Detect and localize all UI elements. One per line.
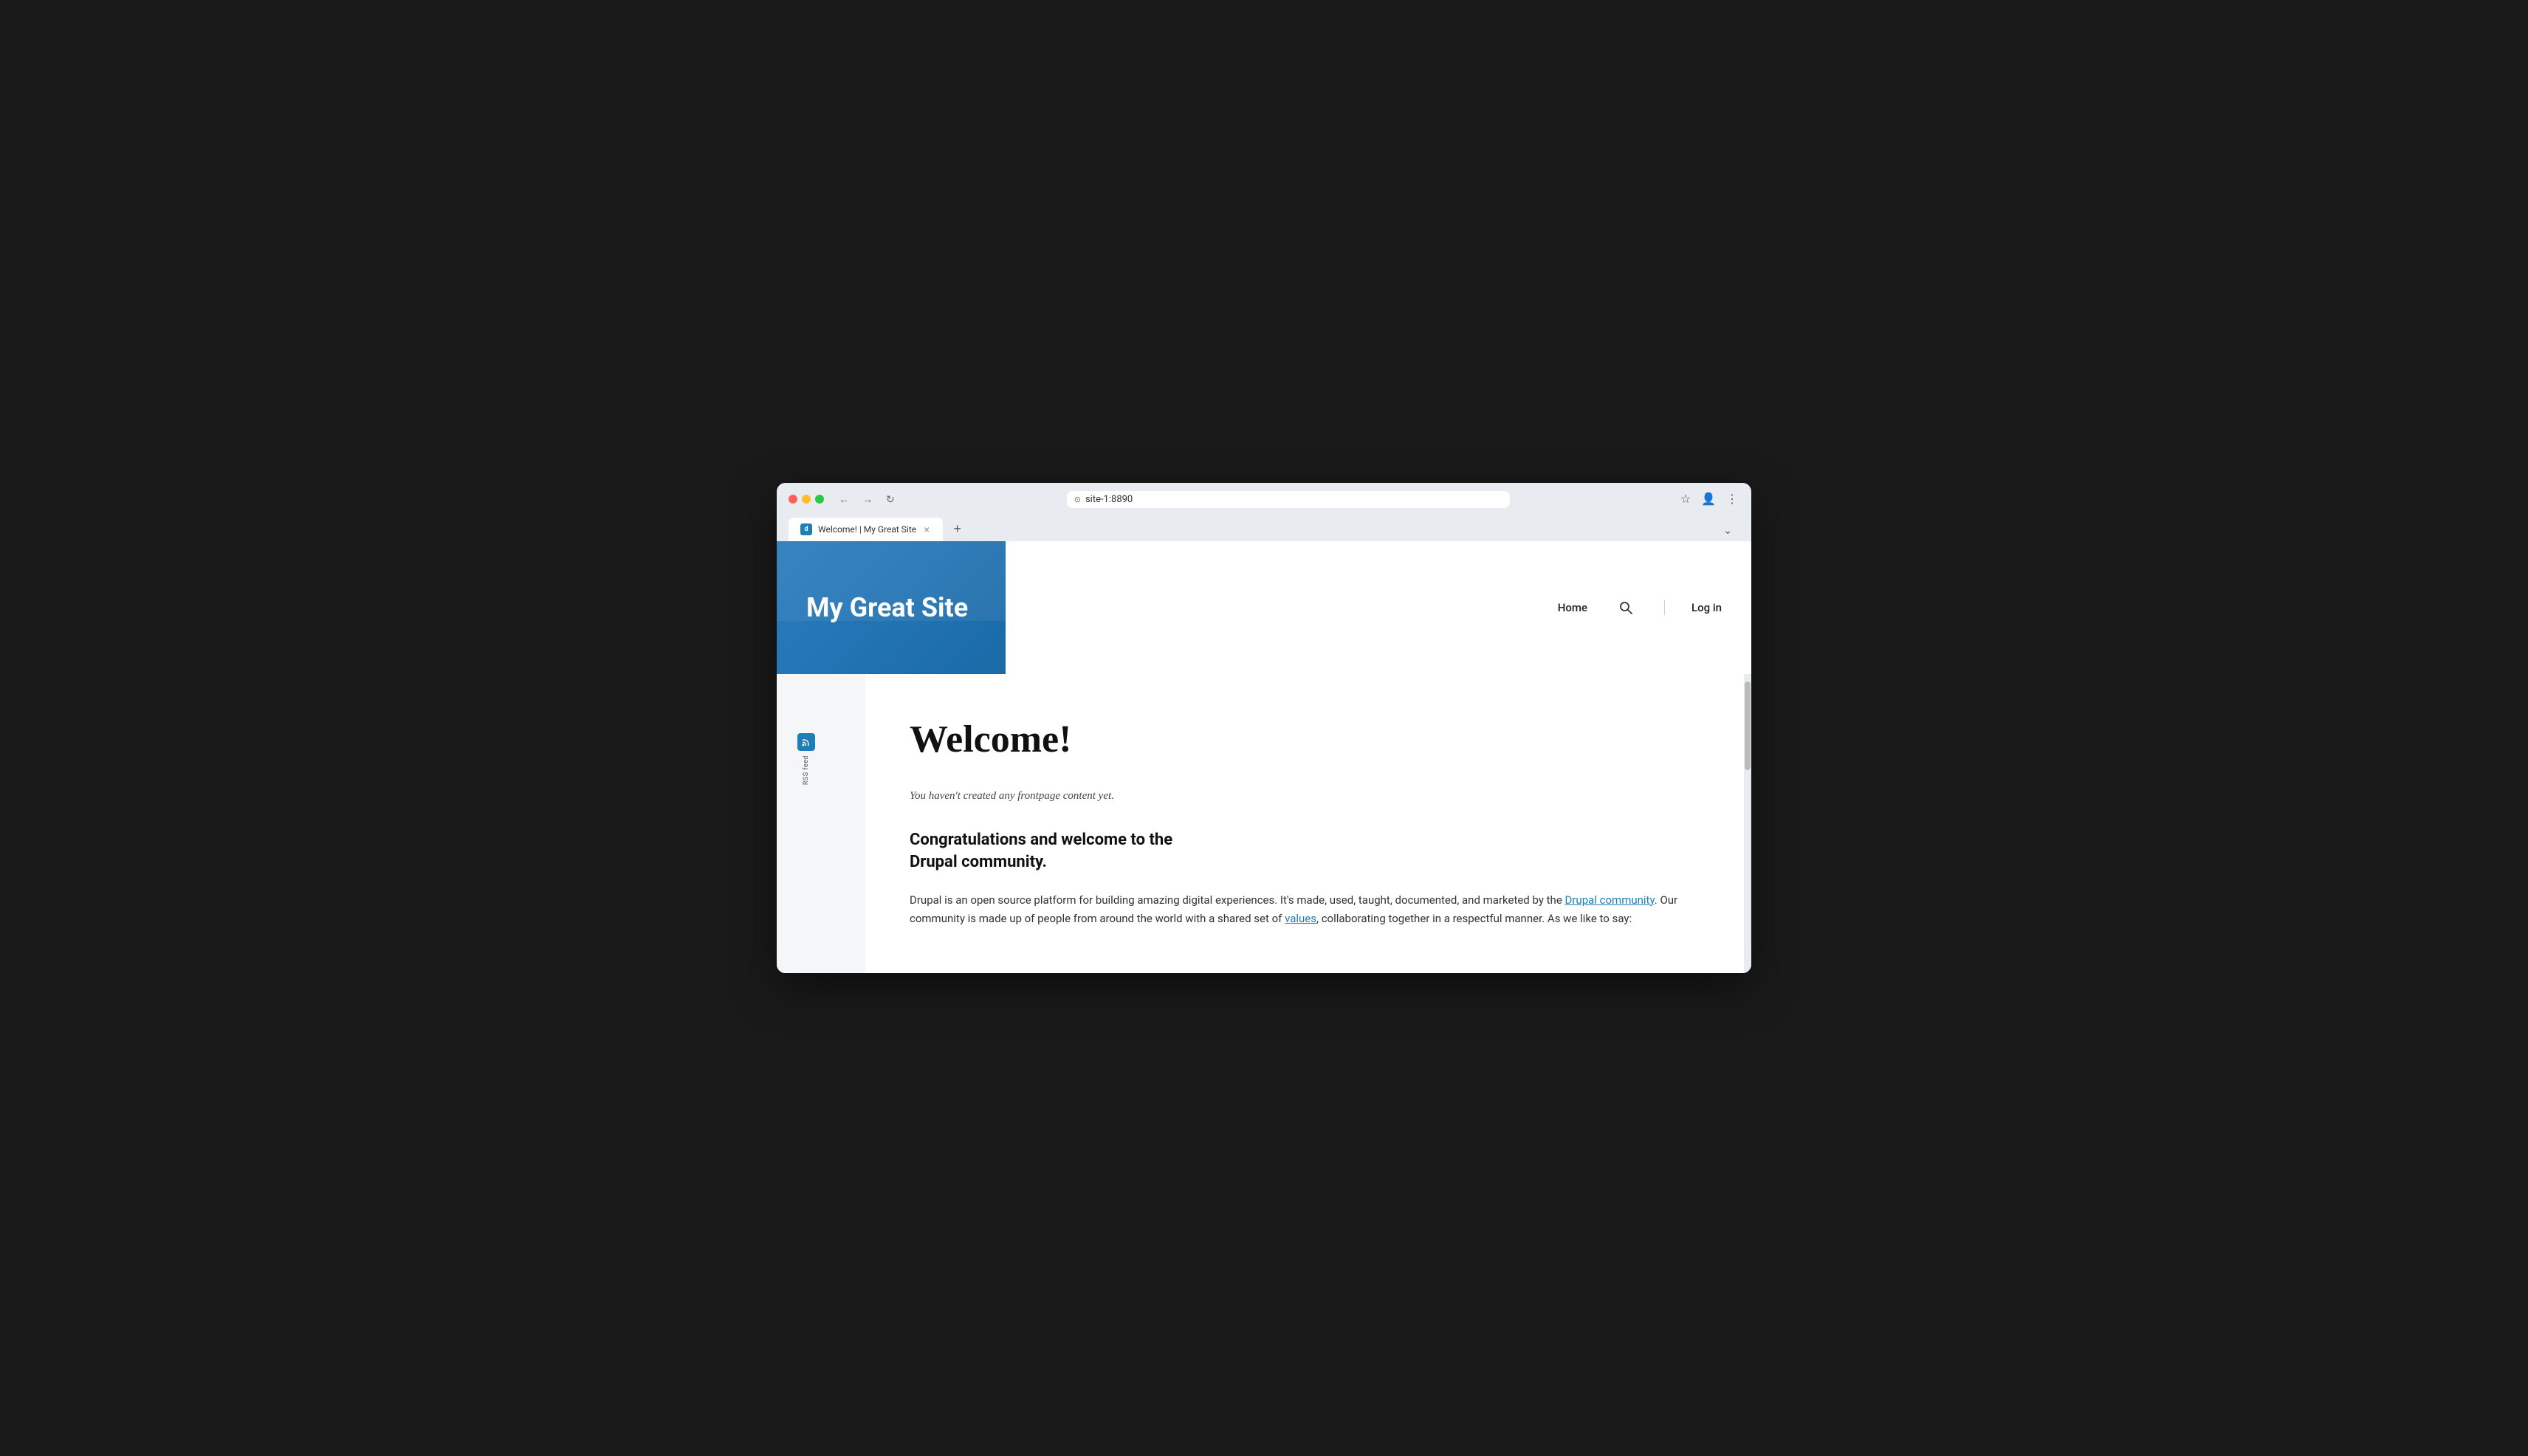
active-tab[interactable]: d Welcome! | My Great Site ×: [789, 518, 943, 541]
scrollbar-thumb: [1745, 681, 1751, 770]
site-header: My Great Site Home Log in: [777, 541, 1751, 674]
browser-window: ← → ↻ ⊙ site-1:8890 ☆ 👤 ⋮ d Welcome! | M…: [777, 483, 1751, 973]
tab-close-button[interactable]: ×: [922, 524, 931, 535]
forward-button[interactable]: →: [859, 492, 876, 506]
browser-nav: ← → ↻ ⊙ site-1:8890 ☆ 👤 ⋮: [836, 490, 1739, 508]
browser-titlebar: ← → ↻ ⊙ site-1:8890 ☆ 👤 ⋮ d Welcome! | M…: [777, 483, 1751, 541]
rss-label: RSS feed: [803, 755, 810, 785]
body-text-3: , collaborating together in a respectful…: [1316, 912, 1632, 925]
nav-menu: Home: [1549, 597, 1596, 619]
close-window-button[interactable]: [789, 495, 797, 504]
website-content: My Great Site Home Log in: [777, 541, 1751, 973]
traffic-lights: [789, 495, 824, 504]
address-security-icon: ⊙: [1074, 495, 1081, 504]
welcome-body: Drupal is an open source platform for bu…: [910, 891, 1692, 929]
site-logo-area[interactable]: My Great Site: [777, 541, 1006, 674]
search-button[interactable]: [1614, 596, 1638, 619]
nav-divider: [1664, 600, 1665, 615]
nav-login-link[interactable]: Log in: [1691, 601, 1722, 614]
rss-feed-link[interactable]: RSS feed: [797, 733, 815, 785]
search-icon: [1618, 600, 1633, 615]
tab-title: Welcome! | My Great Site: [818, 524, 916, 535]
values-link[interactable]: values: [1285, 912, 1316, 925]
site-logo: My Great Site: [806, 593, 968, 623]
address-bar[interactable]: ⊙ site-1:8890: [1067, 491, 1510, 508]
body-text-1: Drupal is an open source platform for bu…: [910, 893, 1565, 907]
sidebar-left: RSS feed: [777, 674, 836, 973]
minimize-window-button[interactable]: [802, 495, 811, 504]
tab-expand-button[interactable]: ⌄: [1716, 520, 1739, 541]
content-area: Welcome! You haven't created any frontpa…: [865, 674, 1751, 973]
browser-controls: ← → ↻ ⊙ site-1:8890 ☆ 👤 ⋮: [789, 490, 1739, 508]
bookmark-button[interactable]: ☆: [1679, 490, 1692, 508]
page-title: Welcome!: [910, 718, 1692, 760]
site-navigation: Home Log in: [1006, 541, 1751, 674]
drupal-community-link[interactable]: Drupal community: [1565, 893, 1655, 907]
menu-button[interactable]: ⋮: [1725, 490, 1739, 508]
address-url: site-1:8890: [1085, 494, 1133, 505]
nav-home-link[interactable]: Home: [1549, 597, 1596, 619]
site-main: RSS feed Welcome! You haven't created an…: [777, 674, 1751, 973]
reload-button[interactable]: ↻: [883, 492, 898, 507]
profile-button[interactable]: 👤: [1700, 490, 1717, 508]
back-button[interactable]: ←: [836, 492, 852, 506]
scrollbar-track[interactable]: [1744, 674, 1751, 973]
new-tab-button[interactable]: +: [946, 517, 969, 541]
tabs-row: d Welcome! | My Great Site × + ⌄: [789, 517, 1739, 541]
fullscreen-window-button[interactable]: [815, 495, 824, 504]
congrats-heading: Congratulations and welcome to theDrupal…: [910, 829, 1692, 873]
tab-favicon: d: [800, 523, 812, 535]
rss-icon: [797, 733, 815, 751]
frontpage-notice: You haven't created any frontpage conten…: [910, 790, 1692, 803]
